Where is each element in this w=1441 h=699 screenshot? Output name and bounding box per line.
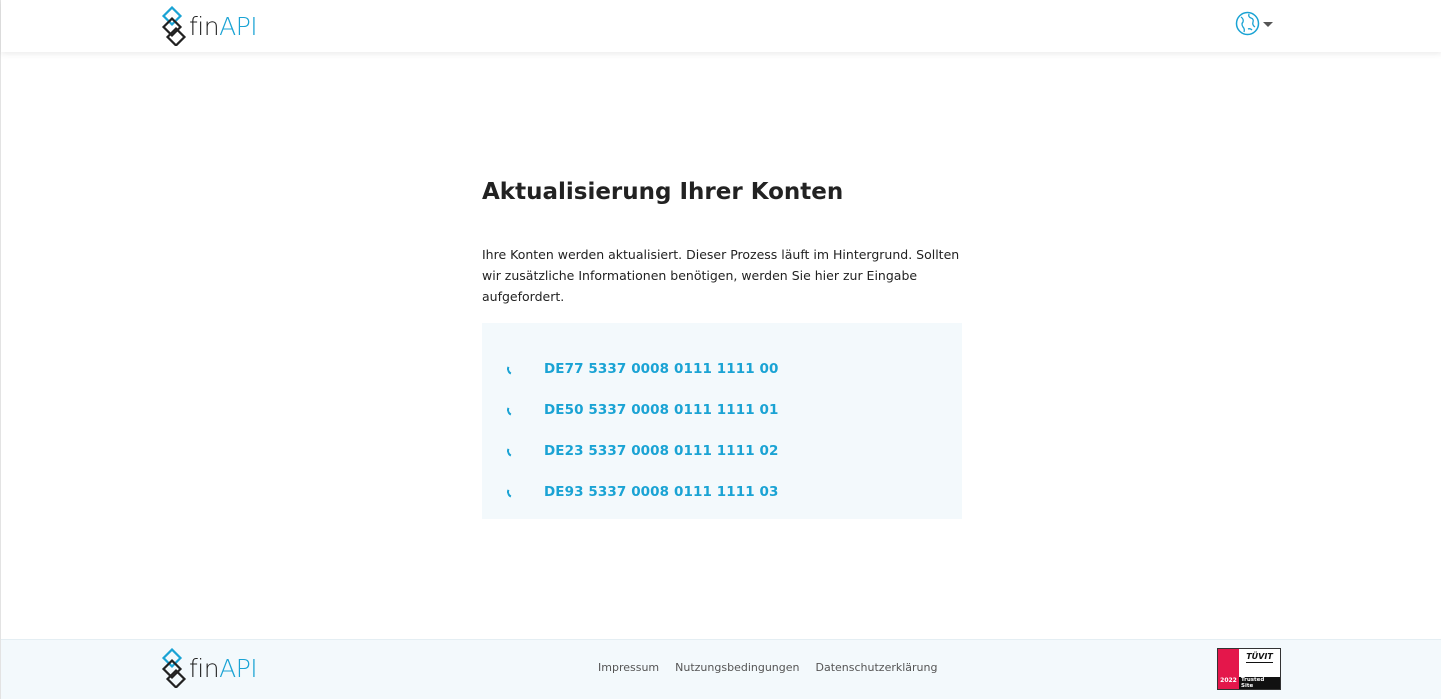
privacy-link[interactable]: Datenschutzerklärung xyxy=(816,661,938,674)
badge-brand: TÜVIT xyxy=(1246,652,1273,663)
logo-wordmark: finAPI xyxy=(189,653,258,683)
terms-link[interactable]: Nutzungsbedingungen xyxy=(675,661,799,674)
tuvit-trusted-site-badge[interactable]: 2022 TÜVIT Trusted Site xyxy=(1217,648,1281,690)
account-iban: DE77 5337 0008 0111 1111 00 xyxy=(544,360,779,377)
globe-icon xyxy=(1235,11,1260,36)
impressum-link[interactable]: Impressum xyxy=(598,661,659,674)
loading-spinner-icon xyxy=(505,442,521,459)
page: finAPI Aktualisierung Ihrer Konten Ihre … xyxy=(0,0,1441,699)
logo-fin: fin xyxy=(189,11,220,41)
finapi-logo-icon xyxy=(161,6,187,46)
logo-fin: fin xyxy=(189,653,220,683)
badge-content: TÜVIT Trusted Site xyxy=(1239,649,1280,689)
badge-year: 2022 xyxy=(1220,677,1237,684)
loading-spinner-icon xyxy=(505,483,521,500)
footer: finAPI Impressum Nutzungsbedingungen Dat… xyxy=(1,639,1441,699)
chevron-down-icon xyxy=(1263,22,1273,27)
account-iban: DE50 5337 0008 0111 1111 01 xyxy=(544,401,779,418)
account-iban: DE93 5337 0008 0111 1111 03 xyxy=(544,483,779,500)
account-row: DE50 5337 0008 0111 1111 01 xyxy=(482,389,962,430)
account-row: DE23 5337 0008 0111 1111 02 xyxy=(482,430,962,471)
loading-spinner-icon xyxy=(505,360,521,377)
account-row: DE77 5337 0008 0111 1111 00 xyxy=(482,348,962,389)
main-content: Aktualisierung Ihrer Konten Ihre Konten … xyxy=(482,176,962,519)
page-description: Ihre Konten werden aktualisiert. Dieser … xyxy=(482,247,960,304)
account-iban: DE23 5337 0008 0111 1111 02 xyxy=(544,442,779,459)
logo-api: API xyxy=(219,653,258,683)
language-switcher[interactable] xyxy=(1235,11,1273,36)
badge-red-stripe: 2022 xyxy=(1218,649,1239,689)
finapi-logo-icon xyxy=(161,648,187,688)
finapi-logo[interactable]: finAPI xyxy=(161,6,258,46)
loading-spinner-icon xyxy=(505,401,521,418)
logo-wordmark: finAPI xyxy=(189,11,258,41)
account-row: DE93 5337 0008 0111 1111 03 xyxy=(482,471,962,512)
footer-finapi-logo[interactable]: finAPI xyxy=(161,648,258,688)
header: finAPI xyxy=(1,0,1441,52)
logo-api: API xyxy=(219,11,258,41)
page-title: Aktualisierung Ihrer Konten xyxy=(482,179,844,205)
badge-label: Trusted Site xyxy=(1239,677,1280,689)
account-list: DE77 5337 0008 0111 1111 00 DE50 5337 00… xyxy=(482,323,962,519)
footer-links: Impressum Nutzungsbedingungen Datenschut… xyxy=(598,661,937,674)
